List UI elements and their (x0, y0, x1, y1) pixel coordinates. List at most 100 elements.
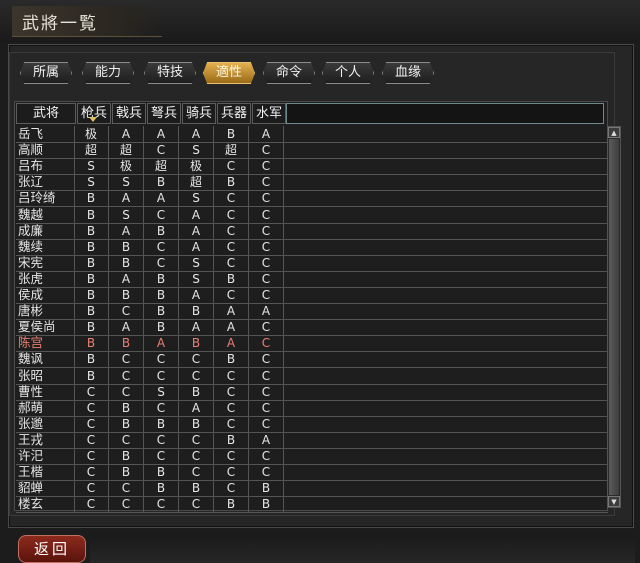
aptitude-value: 超 (74, 142, 109, 159)
table-row[interactable]: 楼玄 C C C C B B (16, 496, 608, 514)
row-filler (286, 239, 608, 255)
table-row[interactable]: 成廉 B A B A C C (16, 222, 608, 240)
table-row[interactable]: 高顺超超 C S 超 C (16, 142, 608, 160)
table-row[interactable]: 郝萌 C B C A C C (16, 399, 608, 417)
aptitude-value: C (214, 287, 249, 303)
aptitude-value: C (249, 335, 284, 352)
table-row[interactable]: 曹性 C C S B C C (16, 383, 608, 401)
back-button[interactable]: 返回 (18, 535, 86, 563)
tab-affiliation[interactable]: 所属 (20, 62, 72, 84)
aptitude-value: S (179, 254, 214, 271)
aptitude-value: A (109, 190, 144, 207)
row-filler (286, 416, 608, 432)
table-row[interactable]: 王楷 C B B C C C (16, 464, 608, 482)
row-filler (286, 464, 608, 480)
aptitude-value: C (144, 238, 179, 255)
header-cavalry[interactable]: 骑兵 (182, 103, 216, 124)
aptitude-value: C (214, 415, 249, 432)
row-filler (286, 255, 608, 271)
aptitude-value: C (249, 351, 284, 368)
aptitude-value: A (109, 319, 144, 336)
aptitude-value: C (74, 464, 109, 481)
aptitude-value: C (74, 448, 109, 464)
aptitude-value: B (179, 335, 214, 352)
aptitude-value: C (249, 367, 284, 384)
header-officer[interactable]: 武将 (16, 103, 76, 124)
aptitude-value: B (214, 431, 249, 448)
table-row[interactable]: 魏讽 B C C C B C (16, 351, 608, 369)
aptitude-value: 超 (109, 142, 144, 159)
table-row[interactable]: 魏续 B B C A C C (16, 238, 608, 256)
aptitude-value: C (249, 254, 284, 271)
table-row[interactable]: 王戎 C C C C B A (16, 431, 608, 449)
tab-skill[interactable]: 特技 (144, 62, 196, 84)
table-row[interactable]: 魏越 B S C A C C (16, 206, 608, 224)
scrollbar[interactable]: ▲ ▼ (607, 126, 621, 508)
aptitude-value: B (109, 448, 144, 464)
header-crossbow[interactable]: 弩兵 (147, 103, 181, 124)
table-row[interactable]: 貂蝉 C C B B C B (16, 480, 608, 498)
aptitude-value: A (179, 319, 214, 336)
row-filler (286, 174, 608, 190)
row-filler (286, 432, 608, 448)
scroll-down-icon[interactable]: ▼ (608, 496, 620, 507)
tab-bloodline[interactable]: 血缘 (382, 62, 434, 84)
header-siege[interactable]: 兵器 (217, 103, 251, 124)
table-row[interactable]: 吕玲绮 B A A S C C (16, 190, 608, 208)
row-filler (286, 303, 608, 319)
aptitude-value: A (179, 399, 214, 416)
row-filler (286, 271, 608, 287)
aptitude-value: B (74, 190, 109, 207)
row-filler (286, 126, 608, 142)
aptitude-value: A (144, 126, 179, 142)
window-title: 武將一覧 (22, 14, 98, 34)
aptitude-value: C (249, 287, 284, 303)
aptitude-value: C (109, 480, 144, 497)
officer-name: 吕布 (16, 158, 75, 175)
table-row[interactable]: 宋宪 B B C S C C (16, 254, 608, 272)
aptitude-value: B (74, 319, 109, 336)
row-filler (286, 496, 608, 512)
header-navy[interactable]: 水军 (252, 103, 286, 124)
aptitude-value: C (214, 367, 249, 384)
officer-name: 曹性 (16, 383, 75, 400)
aptitude-value: S (109, 174, 144, 191)
row-filler (286, 158, 608, 174)
aptitude-value: B (144, 464, 179, 481)
table-row[interactable]: 张虎 B A B S B C (16, 270, 608, 288)
table-row[interactable]: 岳飞极 A A A B A (16, 126, 608, 143)
tab-command[interactable]: 命令 (263, 62, 315, 84)
aptitude-value: C (109, 431, 144, 448)
row-filler (286, 400, 608, 416)
table-row[interactable]: 张昭 B C C C C C (16, 367, 608, 385)
aptitude-value: C (249, 383, 284, 400)
table-row[interactable]: 唐彬 B C B B A A (16, 303, 608, 321)
table-row[interactable]: 张邈 C B B B C C (16, 415, 608, 433)
aptitude-value: B (74, 303, 109, 320)
aptitude-value: C (249, 270, 284, 287)
table-row[interactable]: 侯成 B B B A C C (16, 287, 608, 304)
aptitude-value: S (179, 270, 214, 287)
tab-ability[interactable]: 能力 (82, 62, 134, 84)
table-row[interactable]: 陈宫 B B A B A C (16, 335, 608, 353)
table-row[interactable]: 许汜 C B C C C C (16, 448, 608, 465)
scroll-thumb[interactable] (609, 139, 619, 495)
aptitude-value: S (179, 190, 214, 207)
aptitude-value: A (179, 287, 214, 303)
tab-aptitude[interactable]: 適性 (203, 62, 255, 84)
header-halberd[interactable]: 戟兵 (112, 103, 146, 124)
aptitude-value: B (144, 480, 179, 497)
aptitude-value: B (109, 335, 144, 352)
aptitude-value: B (179, 303, 214, 320)
sort-indicator-icon (89, 117, 97, 122)
table-row[interactable]: 夏侯尚 B A B A A C (16, 319, 608, 337)
aptitude-value: B (74, 206, 109, 223)
aptitude-value: C (214, 464, 249, 481)
aptitude-value: B (144, 415, 179, 432)
aptitude-value: C (144, 496, 179, 513)
scroll-up-icon[interactable]: ▲ (608, 127, 620, 138)
tab-personal[interactable]: 个人 (322, 62, 374, 84)
table-row[interactable]: 张辽 S S B 超 B C (16, 174, 608, 192)
aptitude-value: C (74, 480, 109, 497)
table-row[interactable]: 吕布 S 极超极 C C (16, 158, 608, 176)
